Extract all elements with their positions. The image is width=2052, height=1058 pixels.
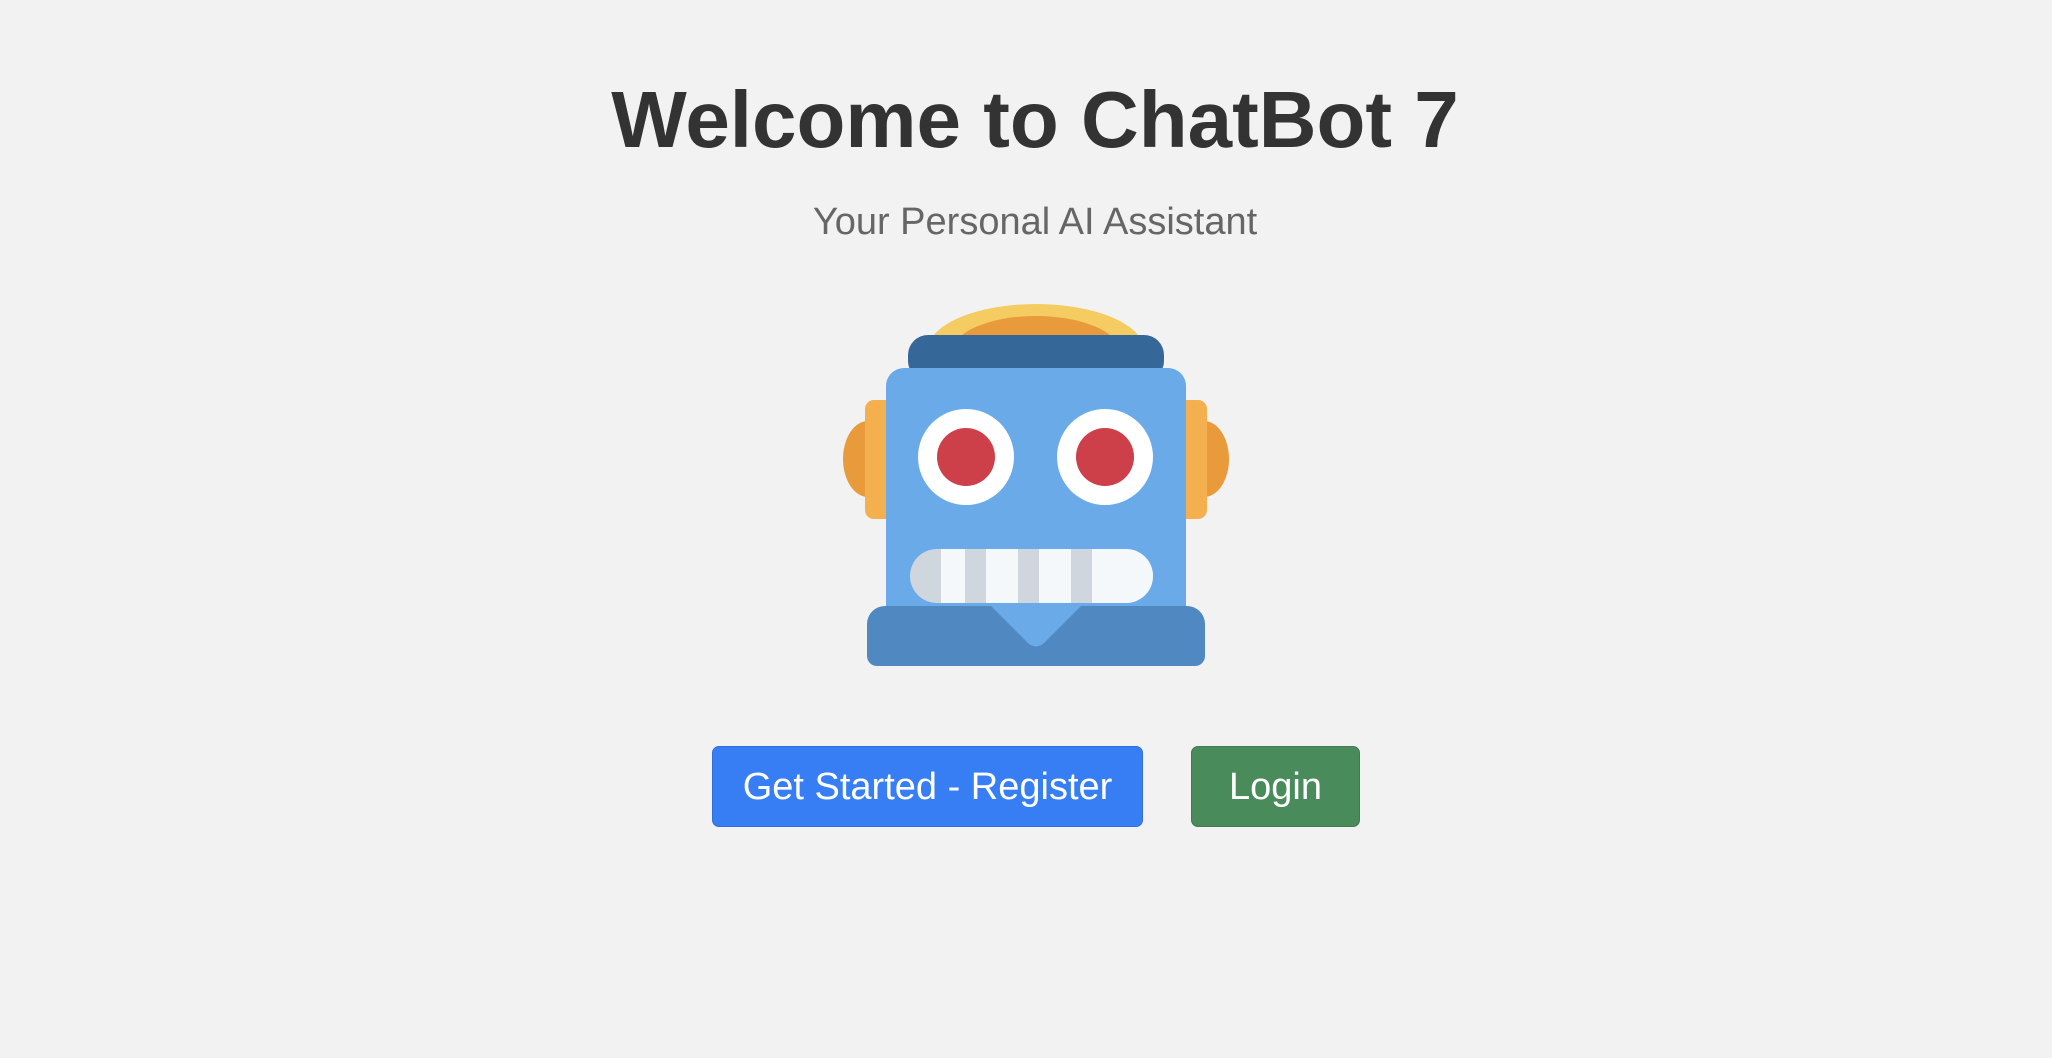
login-button[interactable]: Login — [1191, 746, 1360, 827]
page-title: Welcome to ChatBot 7 — [611, 75, 1459, 164]
robot-face-icon — [843, 302, 1229, 680]
landing-page: Welcome to ChatBot 7 Your Personal AI As… — [0, 0, 2052, 1058]
register-button[interactable]: Get Started - Register — [712, 746, 1143, 827]
page-subtitle: Your Personal AI Assistant — [812, 201, 1258, 243]
